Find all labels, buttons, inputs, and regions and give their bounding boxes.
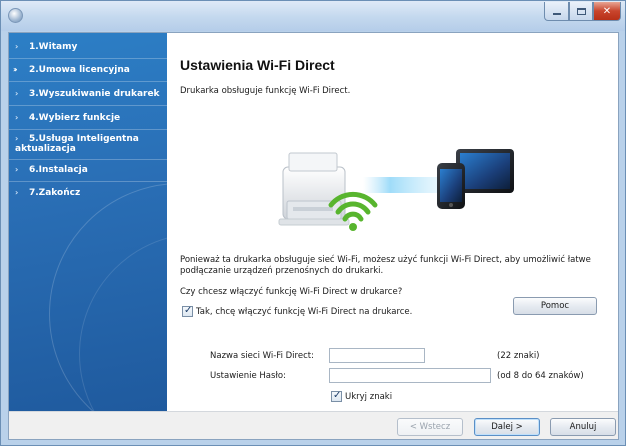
- sidebar: › 1.Witamy ›› 2.Umowa licencyjna › 3.Wys…: [9, 33, 167, 411]
- sidebar-item-finish[interactable]: › 7.Zakończ: [9, 186, 167, 200]
- sidebar-item-label: 4.Wybierz funkcje: [29, 113, 121, 123]
- chevron-right-icon: ›: [15, 165, 19, 174]
- next-button[interactable]: Dalej >: [474, 418, 540, 436]
- button-bar: < Wstecz Dalej > Anuluj: [9, 411, 618, 439]
- chevron-right-icon: ›: [15, 42, 19, 51]
- client-area: › 1.Witamy ›› 2.Umowa licencyjna › 3.Wys…: [8, 32, 619, 440]
- sidebar-item-search[interactable]: › 3.Wyszukiwanie drukarek: [9, 87, 167, 101]
- support-text: Drukarka obsługuje funkcję Wi-Fi Direct.: [180, 86, 351, 96]
- sidebar-item-welcome[interactable]: › 1.Witamy: [9, 40, 167, 54]
- sidebar-item-label: 6.Instalacja: [29, 165, 88, 175]
- network-name-hint: (22 znaki): [497, 351, 540, 361]
- network-name-label: Nazwa sieci Wi-Fi Direct:: [210, 351, 314, 361]
- hide-chars-checkbox[interactable]: ✓: [331, 390, 342, 402]
- divider: [9, 81, 167, 82]
- close-button[interactable]: ✕: [593, 2, 621, 21]
- double-chevron-icon: ››: [13, 65, 17, 74]
- divider: [9, 105, 167, 106]
- sidebar-item-install[interactable]: › 6.Instalacja: [9, 163, 167, 177]
- page-title: Ustawienia Wi-Fi Direct: [180, 57, 335, 73]
- chevron-right-icon: ›: [15, 134, 19, 143]
- cancel-button[interactable]: Anuluj: [550, 418, 616, 436]
- divider: [9, 129, 167, 130]
- app-icon: [8, 8, 23, 23]
- wifi-direct-illustration: [278, 149, 514, 231]
- chevron-right-icon: ›: [15, 113, 19, 122]
- title-bar: ✕: [1, 1, 625, 31]
- divider: [9, 58, 167, 59]
- password-input[interactable]: [329, 368, 491, 383]
- chevron-right-icon: ›: [15, 188, 19, 197]
- minimize-icon: [552, 13, 561, 15]
- password-label: Ustawienie Hasło:: [210, 371, 286, 381]
- sidebar-item-label: 2.Umowa licencyjna: [29, 65, 130, 75]
- sidebar-item-label: 3.Wyszukiwanie drukarek: [29, 89, 160, 99]
- divider: [9, 159, 167, 160]
- close-icon: ✕: [602, 5, 612, 17]
- description-line-1: Ponieważ ta drukarka obsługuje sieć Wi-F…: [180, 255, 591, 265]
- maximize-icon: [576, 7, 586, 15]
- back-button[interactable]: < Wstecz: [397, 418, 463, 436]
- installer-window: ✕ › 1.Witamy ›› 2.Umowa licencyjna › 3.W…: [0, 0, 626, 446]
- checkmark-icon: ✓: [184, 305, 193, 316]
- network-name-input[interactable]: [329, 348, 425, 363]
- sidebar-item-label-line2: aktualizacja: [15, 144, 76, 154]
- question-text: Czy chcesz włączyć funkcję Wi-Fi Direct …: [180, 287, 403, 297]
- help-button[interactable]: Pomoc: [513, 297, 597, 315]
- description-line-2: podłączanie urządzeń przenośnych do druk…: [180, 266, 384, 276]
- hide-chars-label: Ukryj znaki: [345, 392, 393, 402]
- main-panel: Ustawienia Wi-Fi Direct Drukarka obsługu…: [167, 33, 618, 411]
- enable-wifi-direct-label: Tak, chcę włączyć funkcję Wi-Fi Direct n…: [196, 307, 413, 317]
- sidebar-item-license[interactable]: ›› 2.Umowa licencyjna: [9, 63, 167, 77]
- sidebar-item-label: 7.Zakończ: [29, 188, 81, 198]
- sidebar-item-smart-update[interactable]: › 5.Usługa Inteligentna aktualizacja: [9, 132, 167, 156]
- password-hint: (od 8 do 64 znaków): [497, 371, 584, 381]
- sidebar-item-functions[interactable]: › 4.Wybierz funkcje: [9, 111, 167, 125]
- minimize-button[interactable]: [544, 2, 569, 21]
- enable-wifi-direct-checkbox[interactable]: ✓: [182, 305, 193, 317]
- sidebar-item-label: 5.Usługa Inteligentna: [29, 134, 139, 144]
- chevron-right-icon: ›: [15, 89, 19, 98]
- sidebar-item-label: 1.Witamy: [29, 42, 78, 52]
- divider: [9, 181, 167, 182]
- maximize-button[interactable]: [569, 2, 593, 21]
- checkmark-icon: ✓: [333, 390, 342, 401]
- phone-icon: [437, 163, 465, 209]
